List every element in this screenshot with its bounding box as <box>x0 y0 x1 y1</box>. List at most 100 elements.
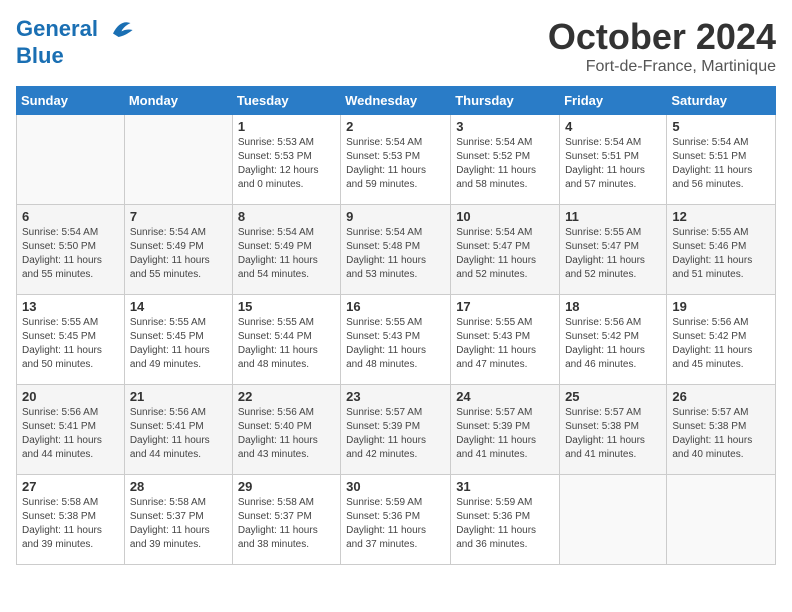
calendar-cell: 2 Sunrise: 5:54 AMSunset: 5:53 PMDaylight… <box>341 115 451 205</box>
day-info: Sunrise: 5:57 AMSunset: 5:39 PMDaylight:… <box>346 406 445 462</box>
calendar-cell: 1 Sunrise: 5:53 AMSunset: 5:53 PMDaylight… <box>232 115 340 205</box>
weekday-header-sunday: Sunday <box>17 87 125 115</box>
day-number: 7 <box>130 209 227 224</box>
calendar-cell: 7 Sunrise: 5:54 AMSunset: 5:49 PMDaylight… <box>124 205 232 295</box>
calendar-cell: 10Sunrise: 5:54 AMSunset: 5:47 PMDayligh… <box>451 205 560 295</box>
calendar-cell <box>667 475 776 565</box>
calendar-cell: 31 Sunrise: 5:59 AMSunset: 5:36 PMDayligh… <box>451 475 560 565</box>
weekday-header-saturday: Saturday <box>667 87 776 115</box>
day-number: 17 <box>456 299 554 314</box>
logo-text: General <box>16 16 134 44</box>
weekday-header-row: SundayMondayTuesdayWednesdayThursdayFrid… <box>17 87 776 115</box>
day-number: 14 <box>130 299 227 314</box>
logo-line2: Blue <box>16 44 134 68</box>
day-number: 9 <box>346 209 445 224</box>
day-info: Sunrise: 5:54 AMSunset: 5:50 PMDaylight:… <box>22 226 119 282</box>
calendar-cell: 9Sunrise: 5:54 AMSunset: 5:48 PMDaylight… <box>341 205 451 295</box>
calendar-cell: 14 Sunrise: 5:55 AMSunset: 5:45 PMDayligh… <box>124 295 232 385</box>
day-number: 16 <box>346 299 445 314</box>
day-info: Sunrise: 5:58 AMSunset: 5:37 PMDaylight:… <box>130 496 227 552</box>
day-number: 21 <box>130 389 227 404</box>
day-number: 3 <box>456 119 554 134</box>
calendar-cell <box>124 115 232 205</box>
day-info: Sunrise: 5:55 AMSunset: 5:43 PMDaylight:… <box>346 316 445 372</box>
day-number: 2 <box>346 119 445 134</box>
calendar-cell <box>17 115 125 205</box>
day-number: 5 <box>672 119 770 134</box>
day-info: Sunrise: 5:59 AMSunset: 5:36 PMDaylight:… <box>456 496 554 552</box>
calendar-cell: 4 Sunrise: 5:54 AMSunset: 5:51 PMDaylight… <box>560 115 667 205</box>
calendar-cell: 16 Sunrise: 5:55 AMSunset: 5:43 PMDayligh… <box>341 295 451 385</box>
day-number: 23 <box>346 389 445 404</box>
day-info: Sunrise: 5:54 AMSunset: 5:53 PMDaylight:… <box>346 136 445 192</box>
day-number: 6 <box>22 209 119 224</box>
day-info: Sunrise: 5:59 AMSunset: 5:36 PMDaylight:… <box>346 496 445 552</box>
day-number: 15 <box>238 299 335 314</box>
calendar-cell: 6 Sunrise: 5:54 AMSunset: 5:50 PMDaylight… <box>17 205 125 295</box>
day-info: Sunrise: 5:54 AMSunset: 5:52 PMDaylight:… <box>456 136 554 192</box>
day-info: Sunrise: 5:53 AMSunset: 5:53 PMDaylight:… <box>238 136 335 192</box>
day-number: 4 <box>565 119 661 134</box>
calendar-cell: 18Sunrise: 5:56 AMSunset: 5:42 PMDayligh… <box>560 295 667 385</box>
weekday-header-thursday: Thursday <box>451 87 560 115</box>
logo: General Blue <box>16 16 134 68</box>
calendar-cell: 17 Sunrise: 5:55 AMSunset: 5:43 PMDayligh… <box>451 295 560 385</box>
calendar-cell: 20Sunrise: 5:56 AMSunset: 5:41 PMDayligh… <box>17 385 125 475</box>
day-number: 31 <box>456 479 554 494</box>
day-info: Sunrise: 5:57 AMSunset: 5:38 PMDaylight:… <box>565 406 661 462</box>
calendar-cell: 28Sunrise: 5:58 AMSunset: 5:37 PMDayligh… <box>124 475 232 565</box>
day-number: 1 <box>238 119 335 134</box>
calendar-cell: 26Sunrise: 5:57 AMSunset: 5:38 PMDayligh… <box>667 385 776 475</box>
calendar-cell: 21 Sunrise: 5:56 AMSunset: 5:41 PMDayligh… <box>124 385 232 475</box>
weekday-header-friday: Friday <box>560 87 667 115</box>
day-info: Sunrise: 5:58 AMSunset: 5:38 PMDaylight:… <box>22 496 119 552</box>
day-number: 25 <box>565 389 661 404</box>
calendar-cell: 8Sunrise: 5:54 AMSunset: 5:49 PMDaylight… <box>232 205 340 295</box>
calendar-week-row: 6 Sunrise: 5:54 AMSunset: 5:50 PMDaylight… <box>17 205 776 295</box>
calendar-cell: 23 Sunrise: 5:57 AMSunset: 5:39 PMDayligh… <box>341 385 451 475</box>
day-info: Sunrise: 5:55 AMSunset: 5:46 PMDaylight:… <box>672 226 770 282</box>
day-info: Sunrise: 5:57 AMSunset: 5:39 PMDaylight:… <box>456 406 554 462</box>
day-info: Sunrise: 5:56 AMSunset: 5:40 PMDaylight:… <box>238 406 335 462</box>
day-info: Sunrise: 5:54 AMSunset: 5:47 PMDaylight:… <box>456 226 554 282</box>
logo-bird-icon <box>106 16 134 44</box>
weekday-header-wednesday: Wednesday <box>341 87 451 115</box>
day-info: Sunrise: 5:57 AMSunset: 5:38 PMDaylight:… <box>672 406 770 462</box>
day-number: 19 <box>672 299 770 314</box>
day-info: Sunrise: 5:58 AMSunset: 5:37 PMDaylight:… <box>238 496 335 552</box>
day-info: Sunrise: 5:54 AMSunset: 5:51 PMDaylight:… <box>565 136 661 192</box>
calendar-cell: 19 Sunrise: 5:56 AMSunset: 5:42 PMDayligh… <box>667 295 776 385</box>
title-area: October 2024 Fort-de-France, Martinique <box>548 16 776 76</box>
day-info: Sunrise: 5:55 AMSunset: 5:45 PMDaylight:… <box>22 316 119 372</box>
logo-line1: General <box>16 16 98 41</box>
day-info: Sunrise: 5:55 AMSunset: 5:43 PMDaylight:… <box>456 316 554 372</box>
day-number: 24 <box>456 389 554 404</box>
calendar-week-row: 20 Sunrise: 5:56 AMSunset: 5:41 PMDayligh… <box>17 385 776 475</box>
day-number: 27 <box>22 479 119 494</box>
calendar-week-row: 13 Sunrise: 5:55 AMSunset: 5:45 PMDayligh… <box>17 295 776 385</box>
month-title: October 2024 <box>548 16 776 58</box>
weekday-header-monday: Monday <box>124 87 232 115</box>
day-info: Sunrise: 5:54 AMSunset: 5:49 PMDaylight:… <box>238 226 335 282</box>
calendar-table: SundayMondayTuesdayWednesdayThursdayFrid… <box>16 86 776 565</box>
day-info: Sunrise: 5:55 AMSunset: 5:47 PMDaylight:… <box>565 226 661 282</box>
calendar-body: 1 Sunrise: 5:53 AMSunset: 5:53 PMDaylight… <box>17 115 776 565</box>
day-number: 12 <box>672 209 770 224</box>
day-info: Sunrise: 5:54 AMSunset: 5:49 PMDaylight:… <box>130 226 227 282</box>
header: General Blue October 2024 Fort-de-France… <box>16 16 776 76</box>
calendar-cell: 5Sunrise: 5:54 AMSunset: 5:51 PMDaylight… <box>667 115 776 205</box>
day-number: 30 <box>346 479 445 494</box>
calendar-week-row: 27 Sunrise: 5:58 AMSunset: 5:38 PMDayligh… <box>17 475 776 565</box>
location-title: Fort-de-France, Martinique <box>548 58 776 76</box>
day-info: Sunrise: 5:55 AMSunset: 5:45 PMDaylight:… <box>130 316 227 372</box>
weekday-header-tuesday: Tuesday <box>232 87 340 115</box>
day-number: 20 <box>22 389 119 404</box>
calendar-cell: 15Sunrise: 5:55 AMSunset: 5:44 PMDayligh… <box>232 295 340 385</box>
day-info: Sunrise: 5:56 AMSunset: 5:42 PMDaylight:… <box>672 316 770 372</box>
calendar-header: SundayMondayTuesdayWednesdayThursdayFrid… <box>17 87 776 115</box>
day-number: 29 <box>238 479 335 494</box>
day-info: Sunrise: 5:56 AMSunset: 5:41 PMDaylight:… <box>130 406 227 462</box>
day-number: 13 <box>22 299 119 314</box>
calendar-cell: 30 Sunrise: 5:59 AMSunset: 5:36 PMDayligh… <box>341 475 451 565</box>
calendar-cell: 27 Sunrise: 5:58 AMSunset: 5:38 PMDayligh… <box>17 475 125 565</box>
